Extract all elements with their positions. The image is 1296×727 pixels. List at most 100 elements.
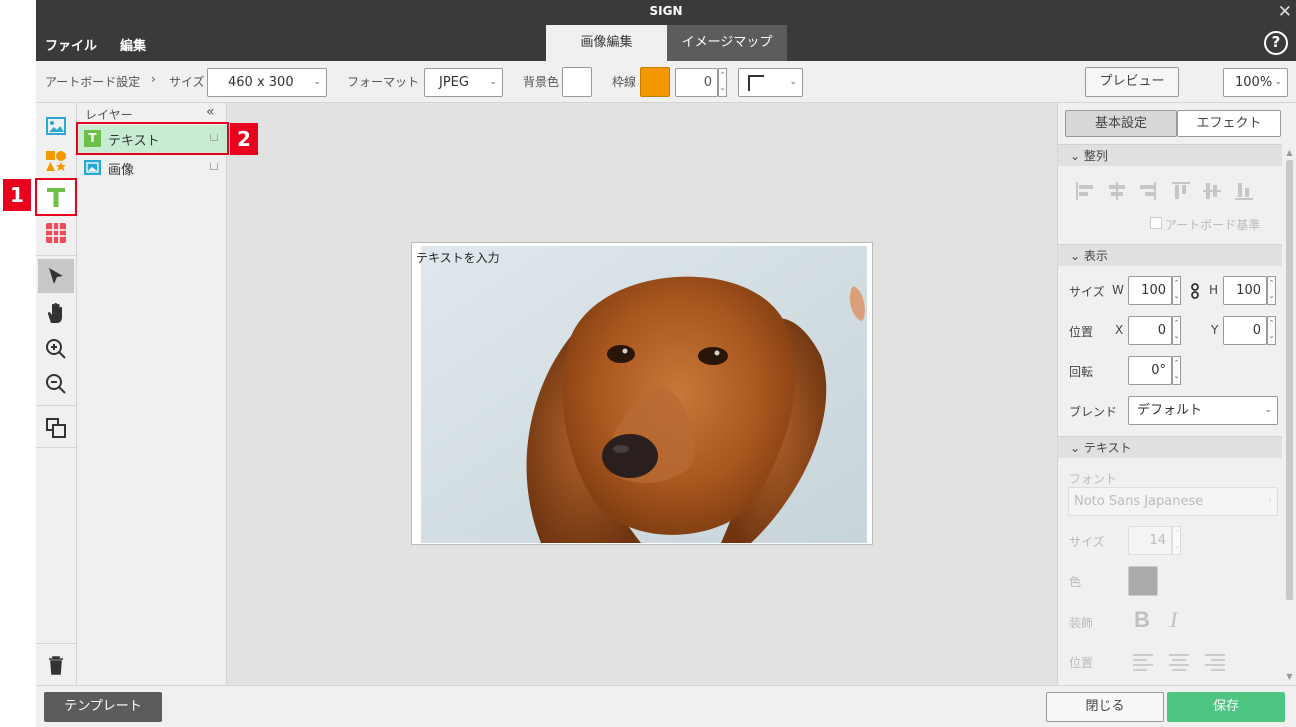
tab-image-map[interactable]: イメージマップ — [667, 25, 787, 61]
collapse-icon[interactable]: « — [206, 104, 215, 120]
border-style-select[interactable]: ⌄ — [738, 68, 803, 97]
rotation-input[interactable]: 0° — [1128, 356, 1172, 385]
menu-edit[interactable]: 編集 — [120, 35, 146, 54]
text-align-buttons[interactable] — [1133, 653, 1233, 671]
text-layer-content[interactable]: テキストを入力 — [416, 249, 500, 266]
layer-item-image[interactable]: 画像 — [77, 154, 227, 182]
chevron-right-icon: › — [151, 72, 156, 86]
add-image-tool[interactable] — [38, 109, 74, 143]
width-input[interactable]: 100 — [1128, 276, 1172, 305]
trash-icon — [49, 656, 63, 675]
chevron-down-icon: ⌄ — [789, 77, 797, 87]
text-align-right-icon — [1205, 654, 1225, 671]
align-buttons — [1072, 181, 1277, 201]
border-color-swatch[interactable] — [640, 67, 670, 97]
height-stepper[interactable]: ⌃ ⌄ — [1267, 276, 1276, 305]
section-display[interactable]: ⌄ 表示 — [1058, 244, 1282, 266]
layers-panel: レイヤー « T テキスト 画像 — [77, 103, 227, 685]
color-label: 色 — [1069, 575, 1082, 589]
menu-file[interactable]: ファイル — [45, 35, 97, 54]
menu-bar: ファイル 編集 画像編集 イメージマップ ? — [36, 25, 1296, 61]
background-color-label: 背景色 — [523, 75, 560, 89]
height-input[interactable]: 100 — [1223, 276, 1267, 305]
blend-select-value: デフォルト — [1137, 403, 1203, 418]
canvas-area[interactable]: テキストを入力 — [227, 103, 1057, 685]
add-table-tool[interactable] — [38, 216, 74, 250]
add-shape-tool[interactable] — [38, 144, 74, 178]
font-select[interactable]: Noto Sans Japanese › — [1068, 487, 1278, 516]
cursor-arrow-icon — [49, 268, 63, 284]
title-bar: SIGN ✕ — [36, 0, 1296, 25]
scroll-down-icon[interactable]: ▼ — [1285, 672, 1294, 681]
close-button[interactable]: 閉じる — [1046, 692, 1164, 722]
zoom-in-icon — [46, 339, 66, 359]
border-width-stepper[interactable]: ⌃ ⌄ — [718, 68, 727, 97]
font-size-stepper[interactable]: ⌃ ⌄ — [1172, 526, 1181, 555]
help-icon[interactable]: ? — [1264, 31, 1288, 55]
width-stepper[interactable]: ⌃ ⌄ — [1172, 276, 1181, 305]
tab-basic-settings[interactable]: 基本設定 — [1065, 110, 1177, 137]
chevron-down-icon: ⌄ — [1070, 441, 1084, 455]
align-left-icon — [1076, 182, 1078, 200]
bold-button[interactable]: B — [1134, 607, 1150, 633]
format-label: フォーマット — [347, 75, 420, 89]
rotation-stepper[interactable]: ⌃ ⌄ — [1172, 356, 1181, 385]
artboard-ref-checkbox[interactable] — [1150, 217, 1162, 229]
blend-select[interactable]: デフォルト ⌄ — [1128, 396, 1278, 425]
zoom-out-tool[interactable] — [38, 367, 74, 401]
zoom-out-icon — [46, 374, 66, 394]
tool-divider — [36, 447, 76, 448]
format-select-value: JPEG — [439, 75, 469, 90]
section-align[interactable]: ⌄ 整列 — [1058, 144, 1282, 166]
zoom-in-tool[interactable] — [38, 332, 74, 366]
zoom-select[interactable]: 100% ⌄ — [1223, 68, 1288, 97]
x-input[interactable]: 0 — [1128, 316, 1172, 345]
height-label: H — [1209, 283, 1219, 297]
tab-effects[interactable]: エフェクト — [1177, 110, 1281, 137]
scrollbar[interactable]: ▲ ▼ — [1285, 144, 1294, 685]
font-select-value: Noto Sans Japanese — [1074, 494, 1204, 509]
lock-open-icon[interactable] — [210, 163, 218, 170]
save-button[interactable]: 保存 — [1167, 692, 1285, 722]
hand-tool[interactable] — [38, 296, 74, 330]
section-text[interactable]: ⌄ テキスト — [1058, 436, 1282, 458]
size-select[interactable]: 460 x 300 ⌄ — [207, 68, 327, 97]
template-button[interactable]: テンプレート — [44, 692, 162, 722]
background-color-swatch[interactable] — [562, 67, 592, 97]
format-select[interactable]: JPEG ⌄ — [424, 68, 503, 97]
text-color-swatch[interactable] — [1128, 566, 1158, 596]
chevron-down-icon: ⌄ — [1070, 149, 1084, 163]
callout-highlight-1 — [35, 178, 77, 216]
y-stepper[interactable]: ⌃ ⌄ — [1267, 316, 1276, 345]
select-tool[interactable] — [38, 259, 74, 293]
delete-tool[interactable] — [38, 648, 74, 682]
chevron-down-icon: ⌄ — [1274, 77, 1282, 87]
width-label: W — [1112, 283, 1124, 297]
y-input[interactable]: 0 — [1223, 316, 1267, 345]
scroll-up-icon[interactable]: ▲ — [1285, 148, 1294, 157]
shapes-icon — [46, 151, 66, 171]
arrange-tool[interactable] — [38, 411, 74, 445]
text-align-left-icon — [1133, 654, 1153, 671]
border-width-input[interactable]: 0 — [675, 68, 718, 97]
link-aspect-icon[interactable] — [1190, 283, 1200, 299]
callout-step-2: 2 — [230, 123, 258, 155]
chevron-down-icon: ⌄ — [1264, 405, 1272, 415]
align-bottom-icon — [1235, 198, 1253, 200]
close-icon[interactable]: ✕ — [1278, 2, 1292, 22]
text-header: テキスト — [1083, 441, 1132, 455]
preview-button[interactable]: プレビュー — [1085, 67, 1179, 97]
scrollbar-thumb[interactable] — [1286, 160, 1293, 600]
hand-icon — [47, 302, 62, 323]
artboard[interactable]: テキストを入力 — [411, 242, 873, 545]
text-align-center-icon — [1169, 654, 1189, 671]
italic-button[interactable]: I — [1170, 607, 1177, 633]
x-stepper[interactable]: ⌃ ⌄ — [1172, 316, 1181, 345]
font-size-label: サイズ — [1069, 535, 1105, 549]
font-size-input[interactable]: 14 — [1128, 526, 1172, 555]
font-label: フォント — [1069, 472, 1118, 486]
dog-photo[interactable] — [421, 246, 867, 543]
x-label: X — [1115, 323, 1124, 337]
tab-image-edit[interactable]: 画像編集 — [546, 25, 667, 61]
layers-header: レイヤー — [85, 108, 133, 122]
